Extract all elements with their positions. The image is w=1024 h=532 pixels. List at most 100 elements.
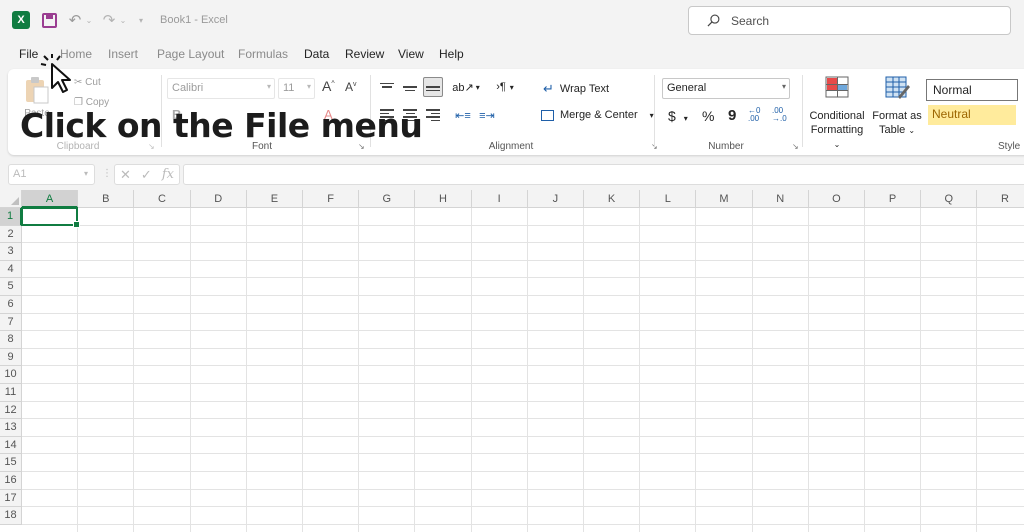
name-box[interactable]: A1 ▾ bbox=[8, 164, 95, 185]
redo-icon[interactable]: ↷ bbox=[100, 11, 118, 29]
format-as-table-button[interactable]: Format as Table ⌄ bbox=[872, 75, 922, 138]
column-header[interactable]: R bbox=[977, 190, 1024, 208]
format-as-table-label: Format as bbox=[872, 110, 922, 122]
decrease-indent-icon[interactable]: ⇤≡ bbox=[453, 105, 473, 125]
alignment-group-label: Alignment bbox=[488, 141, 534, 152]
column-header[interactable]: C bbox=[134, 190, 191, 208]
formula-input[interactable] bbox=[183, 164, 1024, 185]
active-cell[interactable] bbox=[21, 207, 81, 228]
shrink-font-button[interactable]: Av bbox=[345, 80, 357, 94]
row-header[interactable]: 13 bbox=[0, 419, 22, 437]
tab-review[interactable]: Review bbox=[345, 47, 384, 61]
select-all-button[interactable] bbox=[0, 190, 22, 208]
currency-button[interactable]: $ ▾ bbox=[668, 108, 688, 124]
row-header[interactable]: 12 bbox=[0, 401, 22, 420]
column-header[interactable]: K bbox=[584, 190, 641, 208]
column-header[interactable]: I bbox=[471, 190, 528, 208]
row-header[interactable]: 14 bbox=[0, 436, 22, 455]
row-header[interactable]: 16 bbox=[0, 472, 22, 490]
chevron-down-icon: ▾ bbox=[306, 82, 311, 91]
spreadsheet-grid[interactable]: ABCDEFGHIJKLMNOPQR 1 2 3 4 5 6 7 8 9 10 11 12 13 14 15… bbox=[0, 190, 1024, 532]
column-header[interactable]: O bbox=[808, 190, 865, 208]
grow-font-button[interactable]: A^ bbox=[322, 78, 335, 94]
percent-button[interactable]: % bbox=[702, 108, 714, 124]
search-box[interactable] bbox=[688, 6, 1011, 35]
style-normal[interactable]: Normal bbox=[926, 79, 1018, 101]
cells-area[interactable] bbox=[21, 207, 1024, 532]
row-header[interactable]: 18 bbox=[0, 507, 22, 525]
increase-indent-icon[interactable]: ≡⇥ bbox=[477, 105, 497, 125]
column-header[interactable]: E bbox=[246, 190, 303, 208]
row-header[interactable]: 6 bbox=[0, 296, 22, 314]
align-top-button[interactable] bbox=[377, 77, 397, 97]
redo-dropdown-icon[interactable]: ⌄ bbox=[118, 11, 128, 29]
column-header[interactable]: Q bbox=[921, 190, 978, 208]
font-name-select[interactable]: Calibri ▾ bbox=[167, 78, 275, 99]
column-header[interactable]: D bbox=[190, 190, 247, 208]
row-header[interactable]: 15 bbox=[0, 454, 22, 472]
row-header[interactable]: 3 bbox=[0, 243, 22, 261]
tab-file[interactable]: File bbox=[19, 47, 38, 61]
tab-insert[interactable]: Insert bbox=[108, 47, 138, 61]
column-header[interactable]: A bbox=[22, 190, 79, 208]
orientation-button[interactable]: ab↗ ▾ bbox=[451, 77, 481, 97]
number-launcher-icon[interactable]: ↘ bbox=[792, 142, 799, 151]
tab-data[interactable]: Data bbox=[304, 47, 329, 61]
comma-style-button[interactable]: 9 bbox=[728, 107, 736, 124]
conditional-formatting-button[interactable]: Conditional Formatting ⌄ bbox=[806, 75, 868, 152]
column-header[interactable]: B bbox=[78, 190, 135, 208]
tab-view[interactable]: View bbox=[398, 47, 424, 61]
percent-icon: % bbox=[702, 108, 715, 124]
text-direction-button[interactable]: ›¶ ▾ bbox=[489, 77, 521, 97]
align-bottom-button[interactable] bbox=[423, 77, 443, 97]
row-header[interactable]: 5 bbox=[0, 278, 22, 296]
undo-dropdown-icon[interactable]: ⌄ bbox=[84, 11, 94, 29]
column-header[interactable]: L bbox=[640, 190, 697, 208]
row-header[interactable]: 9 bbox=[0, 348, 22, 367]
row-header[interactable]: 1 bbox=[0, 208, 22, 226]
styles-group-label: Style bbox=[998, 141, 1021, 152]
align-middle-button[interactable] bbox=[400, 77, 420, 97]
tab-page-layout[interactable]: Page Layout bbox=[157, 47, 224, 61]
grid-line bbox=[77, 208, 79, 532]
decrease-decimal-icon[interactable]: .00 →.0 bbox=[772, 107, 787, 123]
grid-line bbox=[22, 383, 1024, 384]
save-icon[interactable] bbox=[40, 11, 58, 29]
cancel-icon[interactable]: ✕ bbox=[120, 167, 131, 183]
paragraph-icon: ›¶ bbox=[496, 81, 506, 93]
column-header[interactable]: P bbox=[865, 190, 922, 208]
row-header[interactable]: 17 bbox=[0, 489, 22, 508]
row-header[interactable]: 10 bbox=[0, 366, 22, 384]
column-header[interactable]: F bbox=[303, 190, 360, 208]
row-header[interactable]: 8 bbox=[0, 331, 22, 349]
row-header[interactable]: 4 bbox=[0, 260, 22, 279]
number-format-select[interactable]: General ▾ bbox=[662, 78, 790, 99]
align-right-button[interactable] bbox=[423, 105, 443, 125]
column-header[interactable]: G bbox=[359, 190, 416, 208]
row-header[interactable]: 11 bbox=[0, 384, 22, 402]
customize-qat-icon[interactable]: ▾ bbox=[136, 11, 146, 29]
grid-line bbox=[695, 208, 697, 532]
merge-center-button[interactable]: Merge & Center ▾ bbox=[541, 109, 654, 121]
insert-function-icon[interactable]: fx bbox=[162, 167, 174, 182]
grow-font-icon: A bbox=[322, 78, 332, 94]
search-input[interactable] bbox=[731, 13, 991, 29]
undo-icon[interactable]: ↶ bbox=[66, 11, 84, 29]
grid-line bbox=[583, 208, 584, 532]
font-name-value: Calibri bbox=[172, 82, 204, 94]
column-header[interactable]: H bbox=[415, 190, 472, 208]
increase-decimal-icon[interactable]: ←0.00 bbox=[748, 107, 760, 123]
row-header[interactable]: 7 bbox=[0, 313, 22, 332]
tab-formulas[interactable]: Formulas bbox=[238, 47, 288, 61]
font-size-select[interactable]: 11 ▾ bbox=[278, 78, 315, 99]
style-neutral[interactable]: Neutral bbox=[928, 105, 1016, 125]
wrap-text-button[interactable]: ↵ Wrap Text bbox=[543, 81, 609, 97]
column-header[interactable]: M bbox=[696, 190, 753, 208]
name-box-value: A1 bbox=[13, 168, 27, 180]
row-header[interactable]: 2 bbox=[0, 225, 22, 244]
column-header[interactable]: N bbox=[752, 190, 809, 208]
enter-icon[interactable]: ✓ bbox=[141, 167, 152, 183]
column-header[interactable]: J bbox=[527, 190, 584, 208]
tab-help[interactable]: Help bbox=[439, 47, 464, 61]
align-middle-icon bbox=[403, 83, 417, 92]
